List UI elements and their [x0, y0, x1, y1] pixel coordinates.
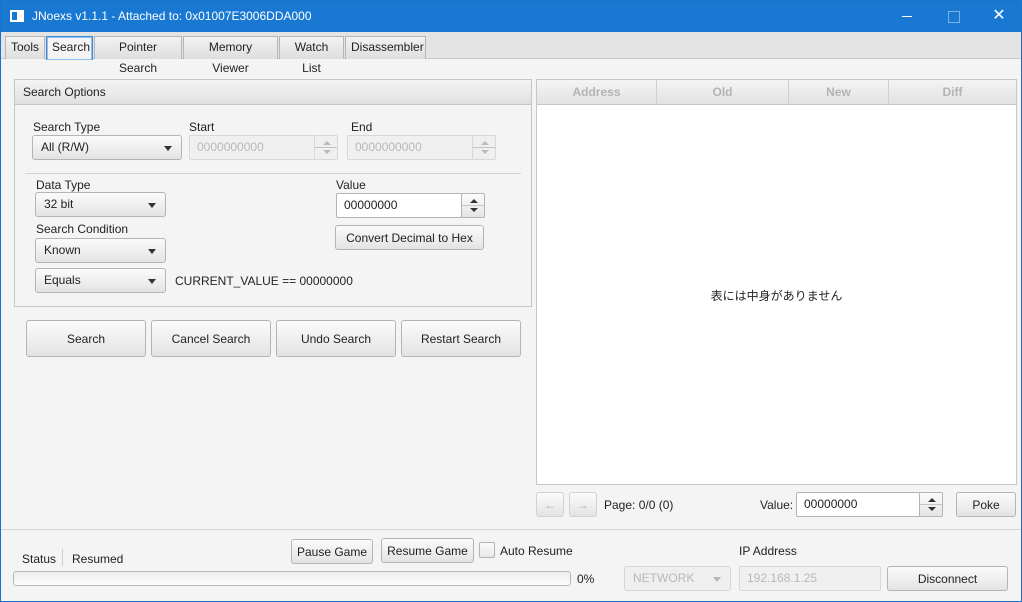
status-value: Resumed	[72, 552, 124, 566]
minimize-button[interactable]	[884, 1, 930, 31]
app-icon	[10, 10, 24, 22]
search-type-value: All (R/W)	[41, 140, 89, 154]
value-label: Value	[336, 178, 366, 192]
close-button[interactable]: ✕	[976, 1, 1022, 31]
start-stepper[interactable]	[314, 135, 338, 160]
panel-divider	[25, 173, 521, 174]
arrow-left-icon: ←	[544, 497, 556, 512]
search-condition-value: Known	[44, 243, 81, 257]
connection-type-value: NETWORK	[633, 571, 695, 585]
arrow-right-icon: →	[577, 497, 589, 512]
column-header-new[interactable]: New	[789, 80, 889, 105]
search-type-select[interactable]: All (R/W)	[32, 135, 182, 160]
start-field[interactable]: 0000000000	[189, 135, 315, 160]
column-header-diff[interactable]: Diff	[889, 80, 1016, 105]
ip-address-field[interactable]: 192.168.1.25	[739, 566, 881, 591]
search-condition-label: Search Condition	[36, 222, 129, 236]
tab-disassembler[interactable]: Disassembler	[345, 36, 426, 59]
status-divider	[62, 549, 63, 566]
prev-page-button[interactable]: ←	[536, 492, 564, 517]
resume-game-button[interactable]: Resume Game	[381, 538, 474, 563]
data-type-select[interactable]: 32 bit	[35, 192, 166, 217]
data-type-value: 32 bit	[44, 197, 74, 211]
auto-resume-checkbox[interactable]	[479, 542, 495, 558]
value-field[interactable]: 00000000	[336, 193, 462, 218]
arrow-up-icon	[481, 141, 489, 145]
maximize-button[interactable]	[930, 1, 976, 31]
poke-value-stepper[interactable]	[919, 492, 943, 517]
search-options-header: Search Options	[15, 80, 531, 105]
restart-search-button[interactable]: Restart Search	[401, 320, 521, 357]
chevron-down-icon	[713, 577, 721, 582]
page-indicator: Page: 0/0 (0)	[604, 498, 674, 512]
auto-resume-label: Auto Resume	[500, 544, 573, 558]
end-field[interactable]: 0000000000	[347, 135, 473, 160]
disconnect-button[interactable]: Disconnect	[887, 566, 1008, 591]
arrow-down-icon	[928, 507, 936, 511]
tab-watch-list[interactable]: Watch List	[279, 36, 344, 75]
search-type-label: Search Type	[33, 120, 101, 134]
progress-bar	[13, 571, 571, 586]
condition-expression: CURRENT_VALUE == 00000000	[175, 274, 353, 288]
chevron-down-icon	[148, 279, 156, 284]
poke-button[interactable]: Poke	[956, 492, 1016, 517]
tab-search[interactable]: Search	[46, 36, 93, 60]
arrow-down-icon	[323, 150, 331, 154]
tab-memory-viewer[interactable]: Memory Viewer	[183, 36, 278, 75]
arrow-up-icon	[323, 141, 331, 145]
next-page-button[interactable]: →	[569, 492, 597, 517]
title-bar[interactable]: JNoexs v1.1.1 - Attached to: 0x01007E300…	[1, 1, 1021, 32]
tab-bar: Tools Search Pointer Search Memory Viewe…	[1, 32, 1021, 75]
compare-select[interactable]: Equals	[35, 268, 166, 293]
connection-type-select[interactable]: NETWORK	[624, 566, 731, 591]
column-header-old[interactable]: Old	[657, 80, 789, 105]
tab-pointer-search[interactable]: Pointer Search	[94, 36, 182, 75]
end-stepper[interactable]	[472, 135, 496, 160]
chevron-down-icon	[148, 203, 156, 208]
arrow-down-icon	[470, 208, 478, 212]
ip-address-label: IP Address	[739, 544, 797, 558]
close-icon: ✕	[992, 7, 1006, 24]
app-window: JNoexs v1.1.1 - Attached to: 0x01007E300…	[0, 0, 1022, 602]
undo-search-button[interactable]: Undo Search	[276, 320, 396, 357]
status-label: Status	[22, 552, 57, 566]
table-empty-message: 表には中身がありません	[710, 289, 843, 303]
column-header-address[interactable]: Address	[537, 80, 657, 105]
poke-value-label: Value:	[760, 498, 794, 512]
start-label: Start	[189, 120, 215, 134]
end-label: End	[351, 120, 373, 134]
tab-tools[interactable]: Tools	[5, 36, 45, 59]
data-type-label: Data Type	[36, 178, 91, 192]
arrow-down-icon	[481, 150, 489, 154]
results-table[interactable]: Address Old New Diff 表には中身がありません	[536, 79, 1017, 485]
convert-decimal-to-hex-button[interactable]: Convert Decimal to Hex	[335, 225, 484, 250]
chevron-down-icon	[148, 249, 156, 254]
value-stepper[interactable]	[461, 193, 485, 218]
cancel-search-button[interactable]: Cancel Search	[151, 320, 271, 357]
window-title: JNoexs v1.1.1 - Attached to: 0x01007E300…	[32, 9, 312, 23]
poke-value-field[interactable]: 00000000	[796, 492, 921, 517]
search-options-title: Search Options	[23, 85, 106, 99]
arrow-up-icon	[928, 498, 936, 502]
search-condition-select[interactable]: Known	[35, 238, 166, 263]
compare-value: Equals	[44, 273, 81, 287]
progress-percent: 0%	[577, 572, 595, 586]
pause-game-button[interactable]: Pause Game	[291, 539, 373, 564]
search-button[interactable]: Search	[26, 320, 146, 357]
chevron-down-icon	[164, 146, 172, 151]
arrow-up-icon	[470, 199, 478, 203]
